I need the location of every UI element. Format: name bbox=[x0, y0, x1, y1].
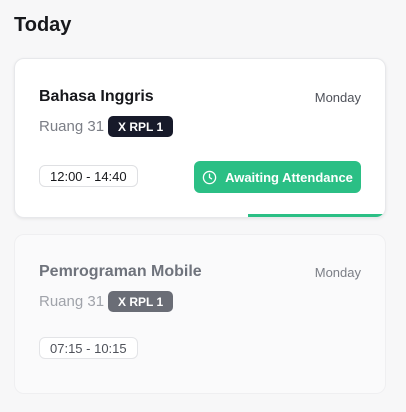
day-label: Monday bbox=[314, 90, 361, 105]
clock-icon bbox=[202, 170, 217, 184]
day-label: Monday bbox=[314, 265, 361, 280]
class-badge: X RPL 1 bbox=[108, 116, 174, 137]
section-title: Today bbox=[14, 14, 72, 36]
class-badge: X RPL 1 bbox=[108, 291, 174, 312]
progress-track bbox=[15, 214, 385, 217]
schedule-card[interactable]: Bahasa Inggris Monday Ruang 31 X RPL 1 1… bbox=[14, 58, 386, 218]
room-label: Ruang 31 bbox=[39, 293, 105, 310]
time-range: 12:00 - 14:40 bbox=[39, 165, 138, 187]
subject-name: Bahasa Inggris bbox=[39, 88, 154, 105]
progress-bar bbox=[248, 214, 385, 217]
time-range: 07:15 - 10:15 bbox=[39, 337, 138, 359]
room-label: Ruang 31 bbox=[39, 118, 105, 135]
subject-name: Pemrograman Mobile bbox=[39, 263, 202, 280]
status-label: Awaiting Attendance bbox=[225, 169, 353, 185]
awaiting-attendance-button[interactable]: Awaiting Attendance bbox=[194, 161, 361, 193]
schedule-card[interactable]: Pemrograman Mobile Monday Ruang 31 X RPL… bbox=[14, 234, 386, 394]
